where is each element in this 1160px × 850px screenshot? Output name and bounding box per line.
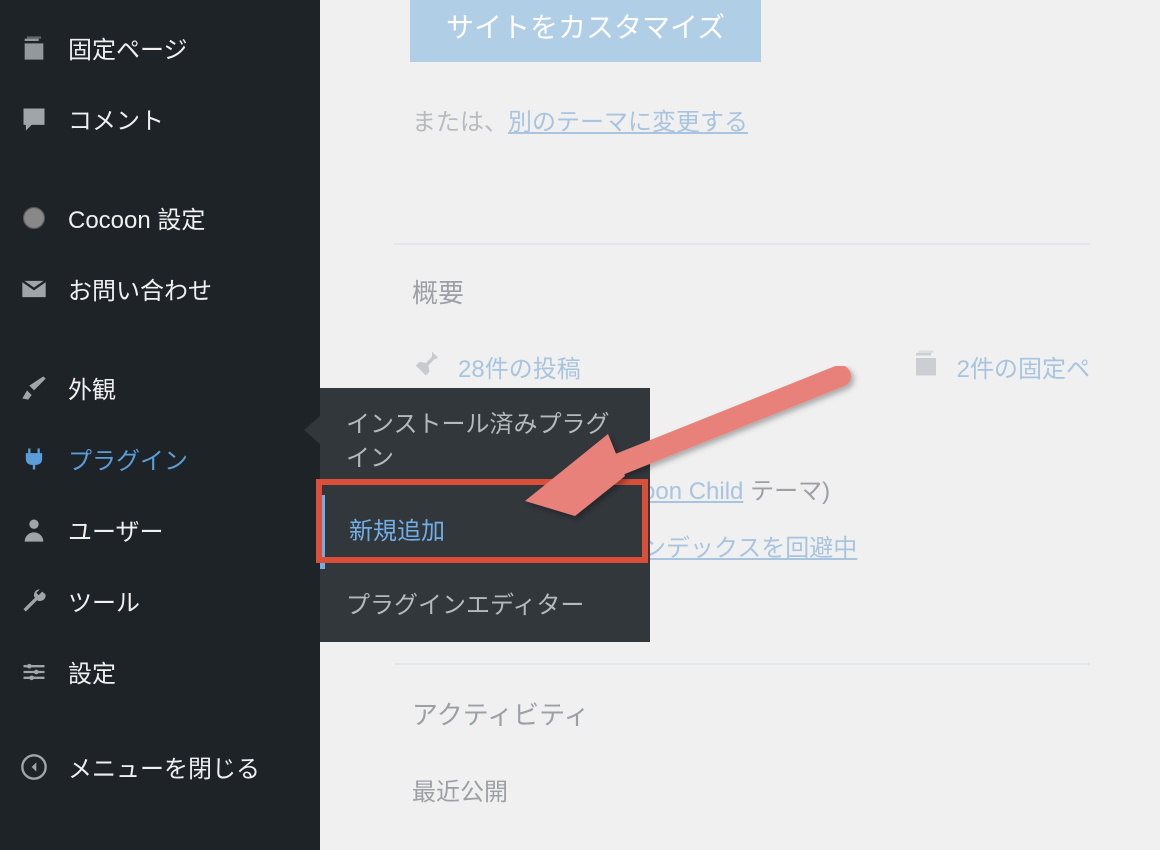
- sidebar-item-label: お問い合わせ: [68, 271, 212, 306]
- sidebar-item-label: 外観: [68, 370, 116, 405]
- user-icon: [20, 516, 56, 544]
- admin-sidebar: 固定ページ コメント Cocoon 設定 お問い合わせ 外観 プラグイン: [0, 0, 320, 850]
- submenu-add-new[interactable]: 新規追加: [320, 495, 650, 569]
- sidebar-item-appearance[interactable]: 外観: [0, 352, 320, 423]
- change-theme-link[interactable]: 別のテーマに変更する: [508, 109, 748, 136]
- posts-count-text: 28件の投稿: [458, 349, 581, 384]
- sidebar-item-label: Cocoon 設定: [68, 200, 205, 235]
- envelope-icon: [20, 275, 56, 303]
- sidebar-item-comments[interactable]: コメント: [0, 83, 320, 154]
- sidebar-item-label: メニューを閉じる: [68, 749, 260, 784]
- brush-icon: [20, 374, 56, 402]
- pin-icon: [412, 348, 442, 385]
- activity-header: アクティビティ: [394, 663, 1090, 732]
- sidebar-item-label: ツール: [68, 583, 140, 618]
- posts-count-link[interactable]: 28件の投稿: [412, 348, 581, 385]
- pages-count-text: 2件の固定ペ: [957, 349, 1090, 384]
- plugins-submenu: インストール済みプラグイン 新規追加 プラグインエディター: [320, 388, 650, 642]
- collapse-icon: [20, 753, 56, 781]
- sidebar-item-label: コメント: [68, 101, 164, 136]
- index-avoid-link[interactable]: ンデックスを回避中: [642, 535, 857, 562]
- sidebar-item-cocoon[interactable]: Cocoon 設定: [0, 182, 320, 253]
- comments-icon: [20, 105, 56, 133]
- submenu-installed-plugins[interactable]: インストール済みプラグイン: [320, 388, 650, 495]
- or-change-theme-text: または、別のテーマに変更する: [412, 102, 1090, 137]
- sidebar-item-label: 設定: [68, 654, 116, 689]
- wrench-icon: [20, 587, 56, 615]
- sidebar-item-pages[interactable]: 固定ページ: [0, 12, 320, 83]
- or-prefix: または、: [412, 109, 508, 136]
- sidebar-item-label: 固定ページ: [68, 30, 188, 65]
- overview-row: 28件の投稿 2件の固定ペ: [394, 348, 1090, 385]
- sidebar-item-settings[interactable]: 設定: [0, 636, 320, 707]
- cocoon-icon: [20, 204, 56, 232]
- sidebar-item-users[interactable]: ユーザー: [0, 494, 320, 565]
- sliders-icon: [20, 658, 56, 686]
- sidebar-item-collapse[interactable]: メニューを閉じる: [0, 731, 320, 802]
- pages-icon: [20, 34, 56, 62]
- plug-icon: [20, 445, 56, 473]
- customize-site-button[interactable]: サイトをカスタマイズ: [410, 0, 761, 62]
- submenu-plugin-editor[interactable]: プラグインエディター: [320, 569, 650, 643]
- sidebar-item-plugins[interactable]: プラグイン: [0, 423, 320, 494]
- theme-name-link[interactable]: oon Child: [642, 478, 743, 505]
- sidebar-item-label: プラグイン: [68, 441, 188, 476]
- sidebar-item-contact[interactable]: お問い合わせ: [0, 253, 320, 324]
- pages-icon: [911, 348, 941, 385]
- recent-published-label: 最近公開: [394, 772, 1090, 807]
- theme-suffix: テーマ): [743, 478, 830, 505]
- sidebar-item-label: ユーザー: [68, 512, 164, 547]
- pages-count-link[interactable]: 2件の固定ペ: [911, 348, 1090, 385]
- sidebar-item-tools[interactable]: ツール: [0, 565, 320, 636]
- overview-header: 概要: [394, 243, 1090, 310]
